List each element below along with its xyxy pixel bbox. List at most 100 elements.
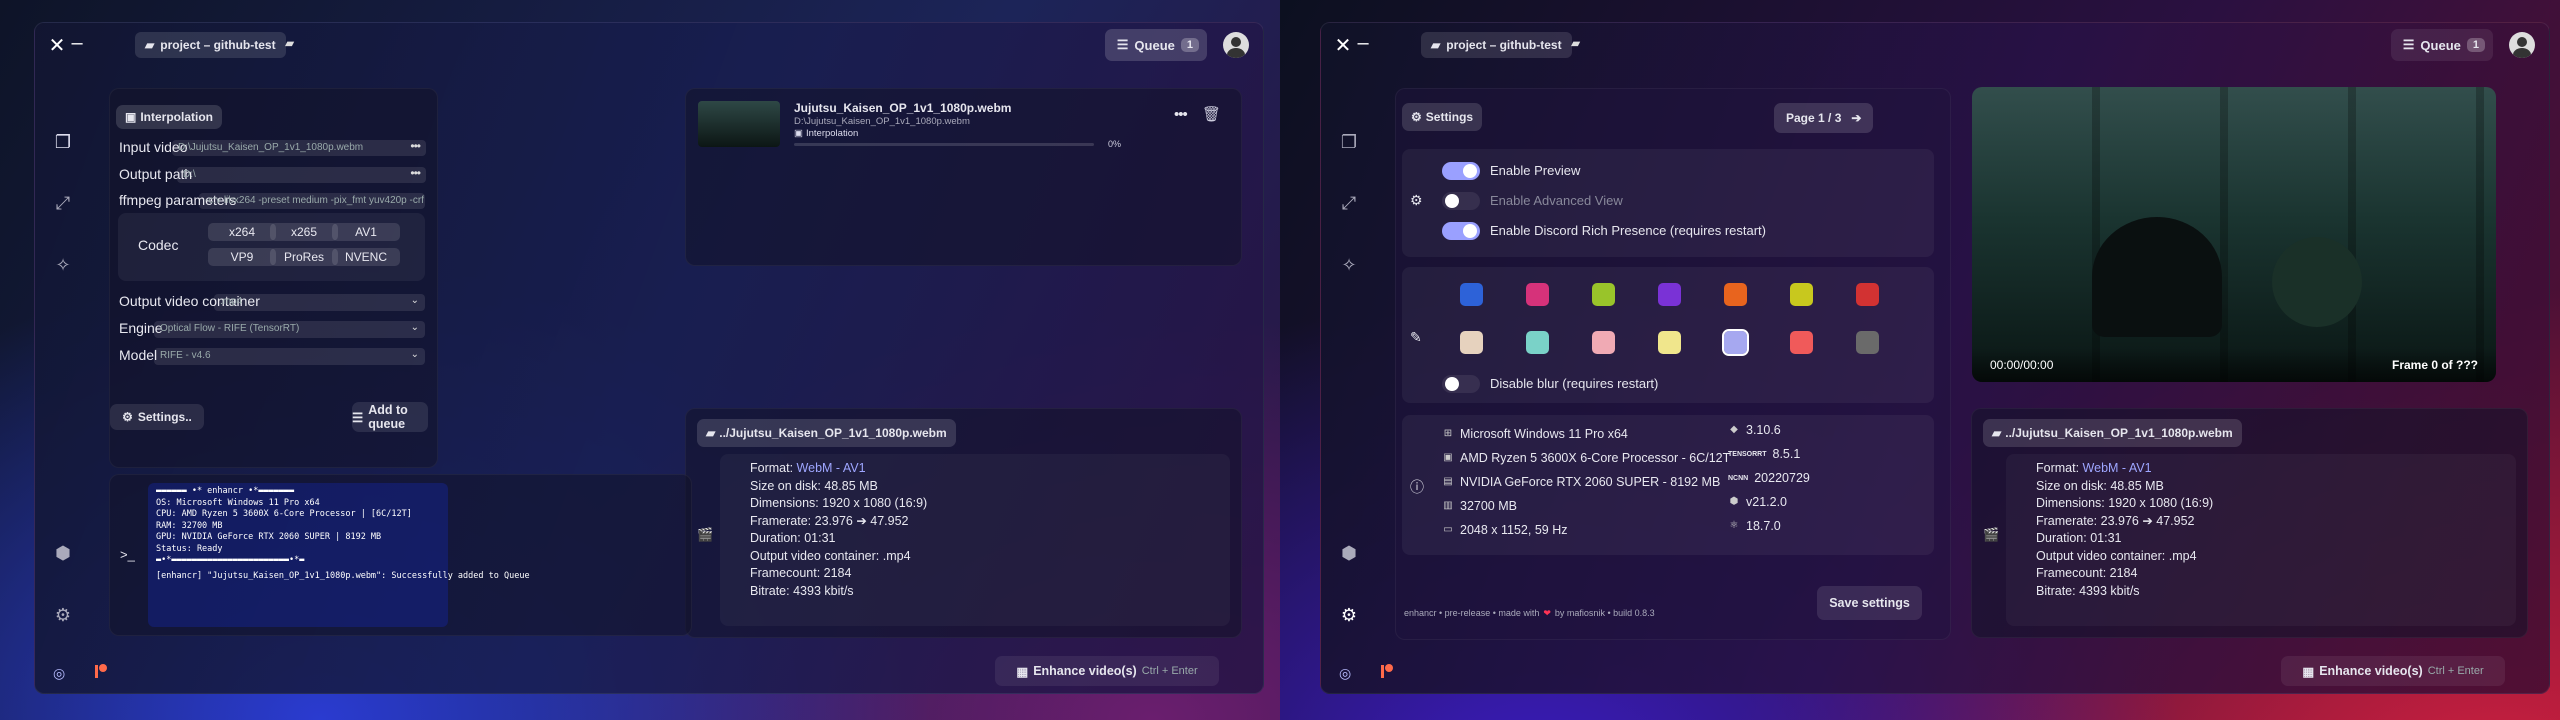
folder-icon: ▰ — [706, 426, 716, 440]
gpu-row: ▤ NVIDIA GeForce RTX 2060 SUPER - 8192 MB — [1443, 475, 1721, 489]
settings-button[interactable]: ⚙ Settings.. — [110, 404, 204, 430]
color-swatch[interactable] — [1460, 331, 1483, 354]
color-swatch[interactable] — [1592, 283, 1615, 306]
more-icon[interactable]: ••• — [410, 167, 421, 180]
settings-panel: ⚙ Settings Page 1 / 3 ➔ ⚙ Enable Preview E… — [1395, 88, 1951, 640]
size-row: Size on disk: 48.85 MB — [750, 478, 878, 493]
save-settings-button[interactable]: Save settings — [1817, 586, 1922, 620]
minimize-icon[interactable]: – — [65, 31, 89, 55]
patreon-icon[interactable] — [1381, 664, 1393, 678]
list-icon: ☰ — [2402, 37, 2415, 52]
color-swatch[interactable] — [1790, 283, 1813, 306]
codec-av1[interactable]: AV1 — [332, 223, 400, 241]
expand-icon[interactable]: ⤢ — [1337, 191, 1361, 215]
minimize-icon[interactable]: – — [1351, 31, 1375, 55]
toggle-discord-rpc[interactable] — [1442, 222, 1480, 240]
video-preview[interactable]: 00:00/00:00 Frame 0 of ??? — [1972, 87, 2496, 382]
cube-icon[interactable]: ⬢ — [51, 541, 75, 565]
model-select[interactable]: RIFE - v4.6 ⌄ — [154, 348, 425, 365]
discord-icon[interactable]: ◎ — [53, 665, 65, 682]
format-row: Format: WebM - AV1 — [2036, 461, 2152, 475]
codec-vp9[interactable]: VP9 — [208, 248, 276, 266]
color-swatch[interactable] — [1658, 283, 1681, 306]
color-swatch[interactable] — [1856, 283, 1879, 306]
page-next-button[interactable]: Page 1 / 3 ➔ — [1774, 103, 1874, 133]
python-row: ◆ 3.10.6 — [1728, 423, 1781, 437]
project-button[interactable]: ▰ project – github-test — [135, 32, 286, 58]
more-icon[interactable]: ••• — [410, 140, 421, 153]
dimensions-row: Dimensions: 1920 x 1080 (16:9) — [2036, 496, 2214, 510]
queue-panel: Jujutsu_Kaisen_OP_1v1_1080p.webm D:\Juju… — [685, 88, 1242, 266]
queue-button[interactable]: ☰ Queue 1 — [2390, 29, 2493, 61]
codec-nvenc[interactable]: NVENC — [332, 248, 400, 266]
enhance-videos-button[interactable]: ▦ Enhance video(s) Ctrl + Enter — [2281, 656, 2505, 686]
folder-add-icon[interactable]: ▰ — [1571, 36, 1587, 50]
container-select[interactable]: .mp4 ⌄ — [214, 294, 425, 311]
bitrate-row: Bitrate: 4393 kbit/s — [750, 583, 854, 598]
terminal-line: [enhancr] "Jujutsu_Kaisen_OP_1v1_1080p.w… — [156, 570, 530, 581]
color-swatch[interactable] — [1722, 329, 1749, 356]
toggle-advanced-view[interactable] — [1442, 192, 1480, 210]
gear-icon[interactable]: ⚙ — [51, 603, 75, 627]
codec-x265[interactable]: x265 — [270, 223, 338, 241]
media-info-panel: ▰ ../Jujutsu_Kaisen_OP_1v1_1080p.webm 🎬 F… — [685, 408, 1242, 638]
cube-icon[interactable]: ⬢ — [1337, 541, 1361, 565]
color-swatch[interactable] — [1460, 283, 1483, 306]
color-swatch[interactable] — [1790, 331, 1813, 354]
ffmpeg-params-field[interactable]: -c:v libx264 -preset medium -pix_fmt yuv… — [199, 193, 425, 209]
magic-wand-icon[interactable]: ✧ — [51, 253, 75, 277]
color-swatch[interactable] — [1592, 331, 1615, 354]
terminal-line: ▬•*▬▬▬▬▬▬▬▬▬▬▬▬▬▬▬▬▬▬▬▬▬▬▬•*▬ — [156, 555, 305, 565]
os-row: ⊞ Microsoft Windows 11 Pro x64 — [1443, 427, 1628, 441]
layers-icon[interactable]: ❐ — [51, 130, 75, 154]
arrow-right-icon: ➔ — [1851, 111, 1862, 125]
hexagon-icon: ⬢ — [1729, 496, 1739, 507]
tensorrt-row: TENSORRT 8.5.1 — [1728, 447, 1801, 461]
file-tag: ▰ ../Jujutsu_Kaisen_OP_1v1_1080p.webm — [1983, 419, 2242, 447]
v2-row: ⚛ 18.7.0 — [1729, 519, 1781, 533]
codec-label: Codec — [138, 237, 179, 253]
color-swatch[interactable] — [1856, 331, 1879, 354]
tab-interpolation[interactable]: ▣ Interpolation — [116, 105, 223, 129]
color-swatch[interactable] — [1658, 331, 1681, 354]
sidebar: ❐ ⤢ ✧ ⬢ ⚙ — [1321, 67, 1377, 653]
queue-button[interactable]: ☰ Queue 1 — [1104, 29, 1207, 61]
output-path-field[interactable]: D:\ ••• — [177, 167, 426, 183]
folder-add-icon[interactable]: ▰ — [285, 36, 301, 50]
avatar[interactable] — [1223, 32, 1249, 58]
app-window-interpolation: ✕ – ▰ project – github-test ▰ ☰ Queue 1 ❐ ⤢… — [34, 22, 1264, 694]
terminal-log: ▬▬▬▬▬▬ •* enhancr •*▬▬▬▬▬▬▬ OS: Microsoft… — [156, 486, 530, 582]
trash-icon[interactable]: 🗑 — [1202, 105, 1221, 123]
color-swatch[interactable] — [1724, 283, 1747, 306]
add-to-queue-button[interactable]: ☰ Add to queue — [352, 402, 428, 432]
toggle-disable-blur[interactable] — [1442, 375, 1480, 393]
expand-icon[interactable]: ⤢ — [51, 191, 75, 215]
avatar[interactable] — [2509, 32, 2535, 58]
discord-icon[interactable]: ◎ — [1339, 665, 1351, 682]
engine-select[interactable]: Optical Flow - RIFE (TensorRT) ⌄ — [154, 321, 425, 338]
layers-icon[interactable]: ❐ — [1337, 130, 1361, 154]
project-button[interactable]: ▰ project – github-test — [1421, 32, 1572, 58]
interpolation-icon: ▣ — [125, 110, 137, 124]
color-swatch[interactable] — [1526, 283, 1549, 306]
patreon-icon[interactable] — [95, 664, 107, 678]
gear-icon[interactable]: ⚙ — [1337, 603, 1361, 627]
film-icon: ▦ — [1016, 664, 1029, 679]
tab-settings[interactable]: ⚙ Settings — [1402, 103, 1483, 131]
atom-icon: ⚛ — [1729, 520, 1739, 531]
duration-row: Duration: 01:31 — [2036, 531, 2122, 545]
codec-prores[interactable]: ProRes — [270, 248, 338, 266]
terminal-line: ▬▬▬▬▬▬ •* enhancr •*▬▬▬▬▬▬▬ — [156, 486, 295, 496]
toggle-enable-preview[interactable] — [1442, 162, 1480, 180]
color-swatch[interactable] — [1526, 331, 1549, 354]
cpu-row: ▣ AMD Ryzen 5 3600X 6-Core Processor - 6C… — [1443, 451, 1731, 465]
magic-wand-icon[interactable]: ✧ — [1337, 253, 1361, 277]
gear-icon: ⚙ — [1410, 192, 1423, 208]
enhance-videos-button[interactable]: ▦ Enhance video(s) Ctrl + Enter — [995, 656, 1219, 686]
input-video-field[interactable]: D:\Jujutsu_Kaisen_OP_1v1_1080p.webm ••• — [172, 140, 426, 156]
codec-x264[interactable]: x264 — [208, 223, 276, 241]
more-icon[interactable]: ••• — [1174, 106, 1188, 123]
terminal-line: Status: Ready — [156, 543, 223, 554]
info-icon: ⓘ — [1410, 479, 1424, 495]
discord-rpc-label: Enable Discord Rich Presence (requires r… — [1490, 223, 1766, 238]
